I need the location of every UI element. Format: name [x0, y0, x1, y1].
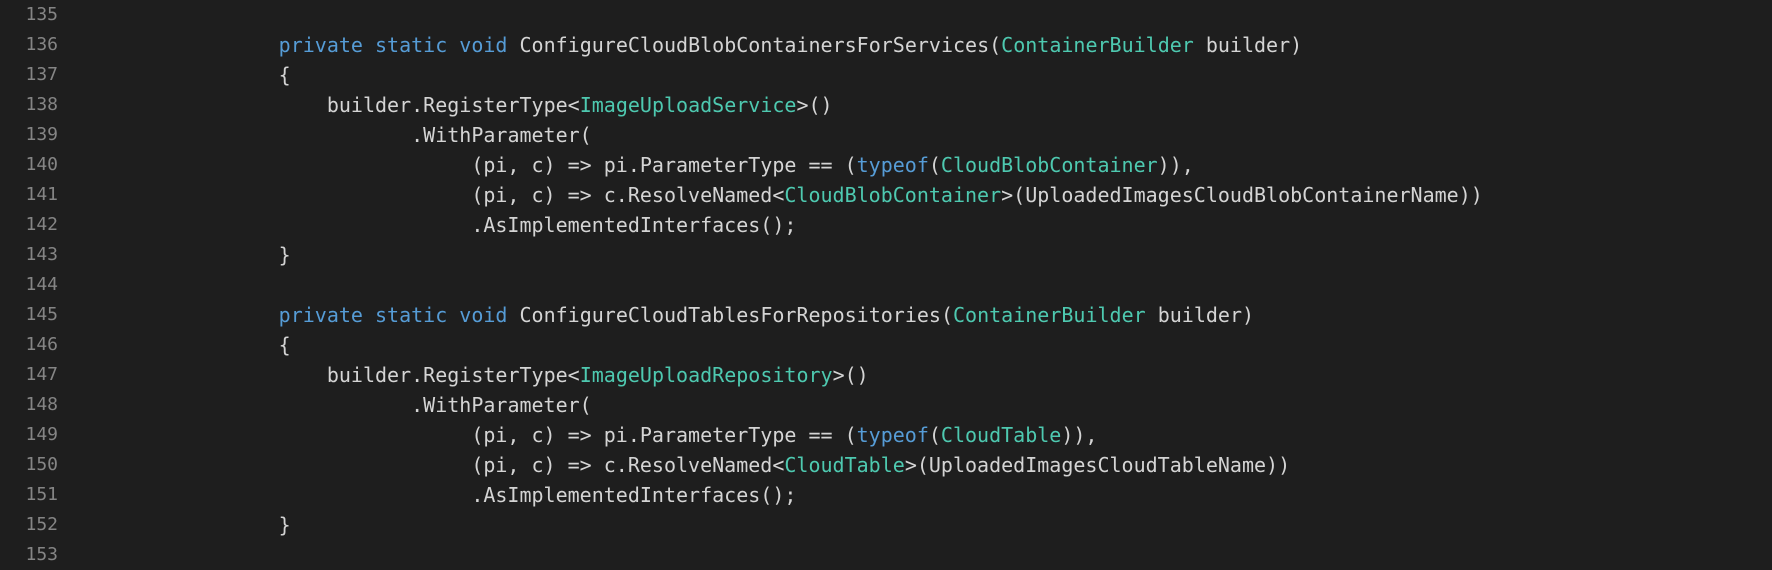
code-line[interactable] [86, 0, 1772, 30]
type-token: ContainerBuilder [1001, 33, 1194, 57]
code-line[interactable] [86, 270, 1772, 300]
line-number: 149 [0, 420, 58, 450]
line-number: 139 [0, 120, 58, 150]
line-number: 151 [0, 480, 58, 510]
code-line[interactable]: .AsImplementedInterfaces(); [86, 480, 1772, 510]
code-line[interactable]: .WithParameter( [86, 390, 1772, 420]
code-line[interactable]: .WithParameter( [86, 120, 1772, 150]
code-line[interactable]: builder.RegisterType<ImageUploadReposito… [86, 360, 1772, 390]
line-number: 146 [0, 330, 58, 360]
code-line[interactable]: (pi, c) => pi.ParameterType == (typeof(C… [86, 420, 1772, 450]
line-number: 150 [0, 450, 58, 480]
code-area[interactable]: private static void ConfigureCloudBlobCo… [86, 0, 1772, 570]
keyword-token: void [459, 303, 507, 327]
type-token: ImageUploadService [580, 93, 797, 117]
line-number: 145 [0, 300, 58, 330]
line-number: 141 [0, 180, 58, 210]
type-token: CloudBlobContainer [941, 153, 1158, 177]
line-number: 142 [0, 210, 58, 240]
line-number: 153 [0, 540, 58, 570]
line-number: 148 [0, 390, 58, 420]
line-number: 152 [0, 510, 58, 540]
code-line[interactable]: (pi, c) => pi.ParameterType == (typeof(C… [86, 150, 1772, 180]
type-token: ContainerBuilder [953, 303, 1146, 327]
keyword-token: static [375, 33, 447, 57]
keyword-token: typeof [857, 423, 929, 447]
code-line[interactable]: (pi, c) => c.ResolveNamed<CloudBlobConta… [86, 180, 1772, 210]
line-number: 135 [0, 0, 58, 30]
line-number: 143 [0, 240, 58, 270]
code-line[interactable]: { [86, 60, 1772, 90]
line-number: 140 [0, 150, 58, 180]
keyword-token: private [279, 33, 363, 57]
type-token: CloudTable [941, 423, 1061, 447]
keyword-token: private [279, 303, 363, 327]
type-token: CloudBlobContainer [784, 183, 1001, 207]
keyword-token: static [375, 303, 447, 327]
keyword-token: typeof [857, 153, 929, 177]
line-number: 147 [0, 360, 58, 390]
line-number: 136 [0, 30, 58, 60]
code-line[interactable]: private static void ConfigureCloudTables… [86, 300, 1772, 330]
line-number: 144 [0, 270, 58, 300]
code-line[interactable]: { [86, 330, 1772, 360]
code-line[interactable]: } [86, 510, 1772, 540]
type-token: CloudTable [784, 453, 904, 477]
code-line[interactable]: builder.RegisterType<ImageUploadService>… [86, 90, 1772, 120]
line-number: 137 [0, 60, 58, 90]
line-number-gutter: 1351361371381391401411421431441451461471… [0, 0, 86, 570]
type-token: ImageUploadRepository [580, 363, 833, 387]
code-editor[interactable]: 1351361371381391401411421431441451461471… [0, 0, 1772, 570]
code-line[interactable]: .AsImplementedInterfaces(); [86, 210, 1772, 240]
code-line[interactable]: private static void ConfigureCloudBlobCo… [86, 30, 1772, 60]
code-line[interactable] [86, 540, 1772, 570]
line-number: 138 [0, 90, 58, 120]
keyword-token: void [459, 33, 507, 57]
code-line[interactable]: } [86, 240, 1772, 270]
code-line[interactable]: (pi, c) => c.ResolveNamed<CloudTable>(Up… [86, 450, 1772, 480]
